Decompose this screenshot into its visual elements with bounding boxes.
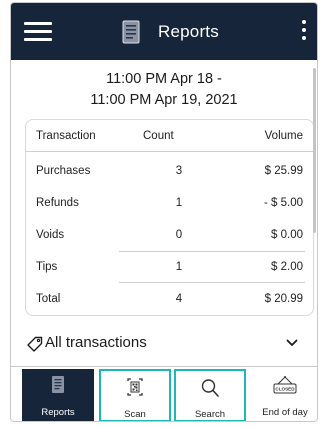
table-row: Refunds 1 - $ 5.00 xyxy=(26,194,313,214)
date-range-end: 11:00 PM Apr 19, 2021 xyxy=(90,92,238,108)
filter-label: All transactions xyxy=(45,334,147,351)
header-divider xyxy=(26,151,313,152)
app-screen: Reports 11:00 PM Apr 18 - 11:00 PM Apr 1… xyxy=(10,2,318,422)
row-volume: $ 0.00 xyxy=(271,229,303,241)
scrollbar-thumb[interactable] xyxy=(313,68,316,233)
row-volume: $ 25.99 xyxy=(264,165,303,177)
row-count: 1 xyxy=(175,261,183,273)
summary-table: Transaction Count Volume Purchases 3 $ 2… xyxy=(25,119,314,316)
column-header-transaction: Transaction xyxy=(36,130,96,142)
row-label: Purchases xyxy=(36,165,91,177)
column-header-volume: Volume xyxy=(264,130,303,142)
report-doc-icon xyxy=(122,20,140,44)
row-count: 4 xyxy=(175,293,183,305)
table-row-total: Total 4 $ 20.99 xyxy=(26,290,313,310)
report-date-range: 11:00 PM Apr 18 - 11:00 PM Apr 19, 2021 xyxy=(11,69,317,111)
column-header-count: Count xyxy=(143,130,174,142)
report-doc-icon xyxy=(52,376,64,393)
date-range-start: 11:00 PM Apr 18 - xyxy=(106,71,222,87)
table-row: Purchases 3 $ 25.99 xyxy=(26,162,313,182)
nav-scan[interactable]: Scan xyxy=(99,369,171,421)
closed-sign-text: CLOSED xyxy=(275,387,295,392)
row-label: Tips xyxy=(36,261,58,273)
closed-sign-icon: CLOSED xyxy=(273,376,297,394)
row-label: Voids xyxy=(36,229,65,241)
bottom-navigation: Reports Scan Search CLOSED End of day xyxy=(11,366,317,421)
menu-icon[interactable] xyxy=(24,18,52,44)
magnifier-icon xyxy=(201,379,219,397)
nav-label: Reports xyxy=(41,407,75,418)
tag-icon xyxy=(27,336,43,352)
header-title-group: Reports xyxy=(121,19,219,45)
more-options-icon[interactable] xyxy=(300,20,308,44)
table-row: Tips 1 $ 2.00 xyxy=(26,258,313,278)
row-volume: $ 2.00 xyxy=(271,261,303,273)
transaction-filter-dropdown[interactable]: All transactions xyxy=(27,334,317,356)
top-app-bar: Reports xyxy=(11,3,317,60)
total-divider xyxy=(119,282,305,283)
row-count: 1 xyxy=(175,197,183,209)
nav-reports[interactable]: Reports xyxy=(22,369,94,421)
page-title: Reports xyxy=(158,22,219,41)
nav-search[interactable]: Search xyxy=(174,369,246,421)
row-count: 3 xyxy=(175,165,183,177)
row-volume: $ 20.99 xyxy=(264,293,303,305)
nav-end-of-day[interactable]: CLOSED End of day xyxy=(249,369,317,421)
nav-label: Search xyxy=(194,409,226,420)
row-label: Refunds xyxy=(36,197,79,209)
nav-label: End of day xyxy=(262,407,308,418)
chevron-down-icon xyxy=(286,339,298,346)
table-row: Voids 0 $ 0.00 xyxy=(26,226,313,246)
row-label: Total xyxy=(36,293,61,305)
row-count: 0 xyxy=(175,229,183,241)
row-volume: - $ 5.00 xyxy=(264,197,303,209)
qr-scan-icon xyxy=(127,378,143,396)
nav-label: Scan xyxy=(124,409,146,420)
subtotal-divider xyxy=(119,251,305,252)
